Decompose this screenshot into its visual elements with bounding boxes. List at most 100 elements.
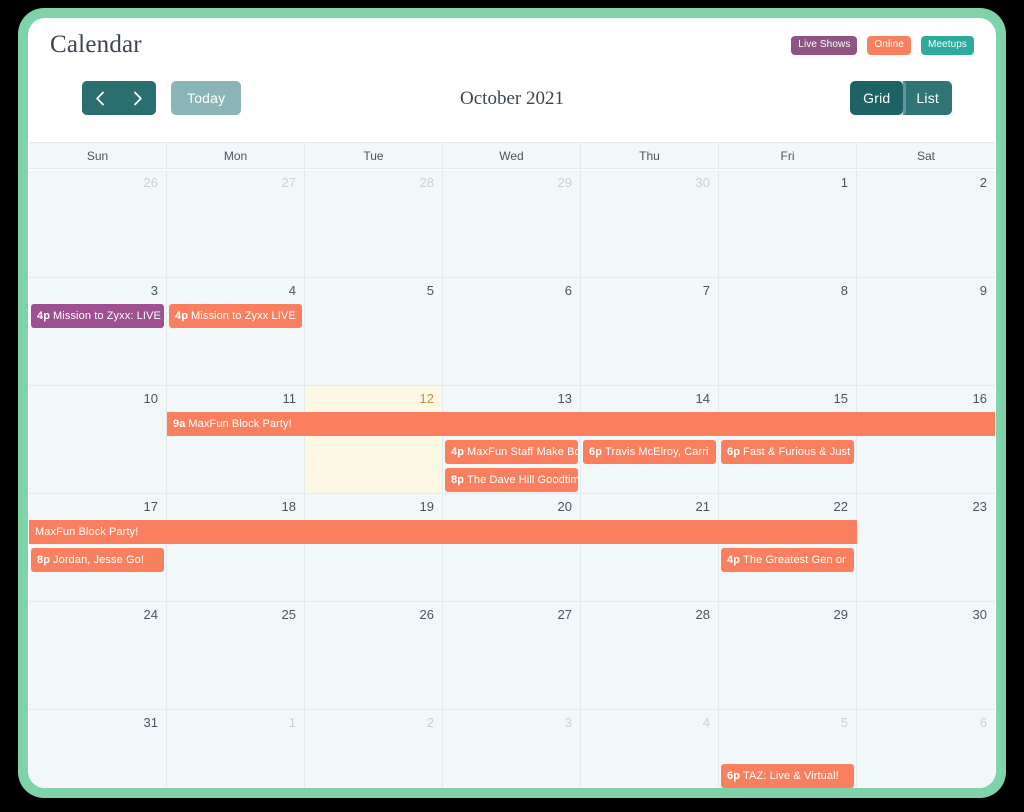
day-cell[interactable]: 3 [29, 278, 167, 385]
weekday-header-row: Sun Mon Tue Wed Thu Fri Sat [29, 143, 995, 169]
day-cell[interactable]: 30 [857, 602, 995, 709]
legend-badge-online[interactable]: Online [867, 36, 911, 55]
event-title: The Dave Hill Goodtim [467, 474, 578, 486]
day-number: 11 [282, 391, 297, 406]
day-cell[interactable]: 1 [167, 710, 305, 788]
event-time: 6p [588, 446, 603, 458]
day-cell[interactable]: 10 [29, 386, 167, 493]
day-number: 21 [695, 499, 710, 514]
day-number: 27 [281, 175, 296, 190]
calendar-event[interactable]: 8p Jordan, Jesse Go! [31, 548, 164, 572]
day-number: 24 [143, 607, 158, 622]
calendar-event[interactable]: 8p The Dave Hill Goodtim [445, 468, 578, 492]
day-number: 30 [695, 175, 710, 190]
day-cell[interactable]: 21 [581, 494, 719, 601]
day-cell[interactable]: 5 [305, 278, 443, 385]
day-cell[interactable]: 9 [857, 278, 995, 385]
day-number: 15 [833, 391, 848, 406]
day-number: 13 [557, 391, 572, 406]
event-time: 6p [727, 446, 741, 458]
day-number: 28 [695, 607, 710, 622]
day-cell[interactable]: 2 [305, 710, 443, 788]
day-number: 6 [564, 283, 572, 298]
day-cell[interactable]: 18 [167, 494, 305, 601]
day-number: 2 [426, 715, 434, 730]
day-cell[interactable]: 6 [443, 278, 581, 385]
day-cell[interactable]: 30 [581, 170, 719, 277]
event-title: Fast & Furious & Just [743, 446, 851, 458]
day-cell[interactable]: 19 [305, 494, 443, 601]
event-time: 4p [37, 310, 51, 322]
calendar-grid: Sun Mon Tue Wed Thu Fri Sat 26 27 28 29 30 1 2 3 4 5 6 7 8… [29, 142, 995, 788]
day-number: 1 [840, 175, 848, 190]
calendar-event[interactable]: 4p Mission to Zyxx LIVE [168, 304, 302, 328]
day-cell[interactable]: 12 [305, 386, 443, 493]
day-cell[interactable]: 27 [443, 602, 581, 709]
event-title: Jordan, Jesse Go! [53, 554, 145, 566]
day-cell[interactable]: 26 [305, 602, 443, 709]
day-cell[interactable]: 31 [29, 710, 167, 788]
day-cell[interactable]: 4 [167, 278, 305, 385]
calendar-weeks: 26 27 28 29 30 1 2 3 4 5 6 7 8 9 4p Mission to Zyxx: LI… [29, 170, 995, 788]
day-cell[interactable]: 23 [857, 494, 995, 601]
device-frame: Calendar Live Shows Online Meetups Today O… [18, 8, 1006, 798]
calendar-toolbar: Today October 2021 Grid List [28, 70, 996, 128]
day-cell[interactable]: 4 [581, 710, 719, 788]
day-cell[interactable]: 2 [857, 170, 995, 277]
legend-badge-live-shows[interactable]: Live Shows [791, 36, 858, 55]
day-cell[interactable]: 25 [167, 602, 305, 709]
legend-badge-meetups[interactable]: Meetups [920, 36, 974, 55]
calendar-event[interactable]: 6p Travis McElroy, Carri [582, 440, 716, 464]
week-row: 3 4 5 6 7 8 9 4p Mission to Zyxx: LIVE 4p Mission … [29, 278, 995, 386]
day-cell[interactable]: 28 [305, 170, 443, 277]
view-button-grid[interactable]: Grid [850, 81, 904, 115]
day-cell[interactable]: 1 [719, 170, 857, 277]
day-cell[interactable]: 3 [443, 710, 581, 788]
day-number: 4 [702, 715, 710, 730]
day-number: 9 [979, 283, 987, 298]
event-title: MaxFun Block Party! [188, 418, 292, 430]
event-time: 4p [174, 310, 189, 322]
day-number: 19 [419, 499, 434, 514]
day-cell[interactable]: 24 [29, 602, 167, 709]
day-number: 4 [288, 283, 296, 298]
day-cell[interactable]: 20 [443, 494, 581, 601]
day-number: 5 [840, 715, 848, 730]
day-number: 20 [557, 499, 572, 514]
event-title: MaxFun Block Party! [35, 526, 139, 538]
day-cell[interactable]: 16 [857, 386, 995, 493]
calendar-event[interactable]: 6p TAZ: Live & Virtual! [721, 764, 854, 788]
day-cell[interactable]: 27 [167, 170, 305, 277]
calendar-page: Calendar Live Shows Online Meetups Today O… [28, 18, 996, 788]
day-number: 3 [150, 283, 158, 298]
day-number: 26 [143, 175, 158, 190]
view-button-list[interactable]: List [903, 81, 952, 115]
event-time: 6p [727, 770, 741, 782]
day-cell[interactable]: 6 [857, 710, 995, 788]
day-cell[interactable]: 11 [167, 386, 305, 493]
day-cell[interactable]: 8 [719, 278, 857, 385]
day-number: 27 [557, 607, 572, 622]
weekday-header-sun: Sun [29, 143, 167, 168]
day-cell[interactable]: 26 [29, 170, 167, 277]
day-cell[interactable]: 7 [581, 278, 719, 385]
calendar-event[interactable]: 9a MaxFun Block Party! [166, 412, 995, 436]
day-cell[interactable]: 29 [719, 602, 857, 709]
day-number: 5 [426, 283, 434, 298]
event-title: Mission to Zyxx: LIVE [53, 310, 161, 322]
day-number: 2 [979, 175, 987, 190]
calendar-event[interactable]: MaxFun Block Party! [29, 520, 857, 544]
weekday-header-wed: Wed [443, 143, 581, 168]
calendar-event[interactable]: 6p Fast & Furious & Just [721, 440, 854, 464]
calendar-event[interactable]: 4p MaxFun Staff Make Boo [445, 440, 578, 464]
calendar-event[interactable]: 4p The Greatest Gen or [721, 548, 854, 572]
event-time: 8p [37, 554, 51, 566]
calendar-event[interactable]: 4p Mission to Zyxx: LIVE [31, 304, 164, 328]
day-number: 12 [419, 391, 434, 406]
day-cell[interactable]: 29 [443, 170, 581, 277]
day-cell[interactable]: 28 [581, 602, 719, 709]
day-number: 26 [419, 607, 434, 622]
week-row: 26 27 28 29 30 1 2 [29, 170, 995, 278]
day-cells: 3 4 5 6 7 8 9 [29, 278, 995, 385]
legend: Live Shows Online Meetups [791, 36, 974, 55]
